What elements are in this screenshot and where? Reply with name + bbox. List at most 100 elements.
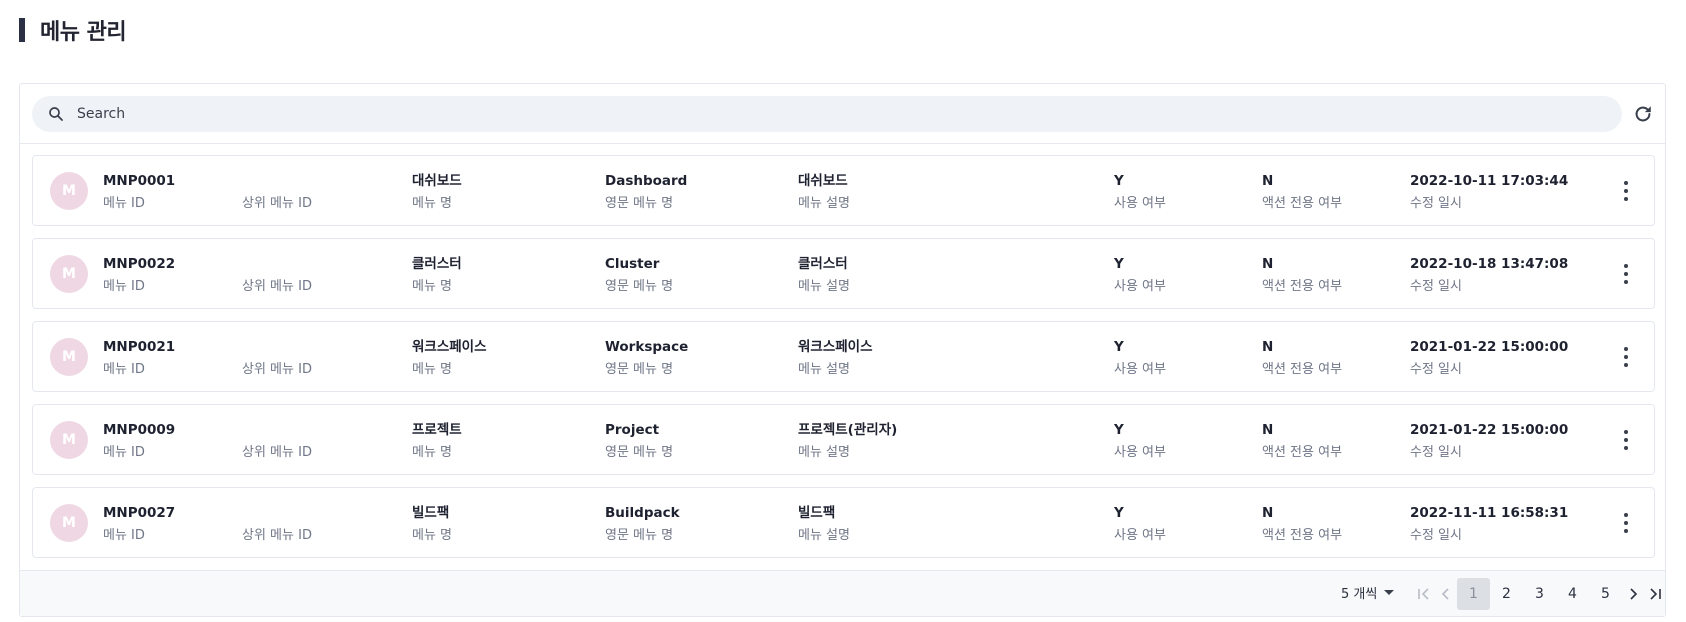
more-options-button[interactable] [1618, 181, 1634, 201]
menu-id-value: MNP0027 [103, 505, 176, 521]
english-menu-name-label: 영문 메뉴 명 [605, 445, 674, 460]
menu-id-label: 메뉴 ID [103, 445, 145, 460]
action-only-flag-cell: N 액션 전용 여부 [1262, 337, 1342, 380]
more-options-button[interactable] [1618, 347, 1634, 367]
menu-id-label: 메뉴 ID [103, 362, 145, 377]
action-only-flag-value: N [1262, 256, 1274, 272]
menu-id-cell: MNP0001 메뉴 ID [103, 171, 175, 214]
menu-row[interactable]: M MNP0027 메뉴 ID 상위 메뉴 ID 빌드팩 메뉴 명 Buildp… [32, 487, 1655, 558]
page-header: 메뉴 관리 [19, 17, 127, 45]
menu-description-value: 대쉬보드 [798, 173, 848, 189]
menu-row[interactable]: M MNP0022 메뉴 ID 상위 메뉴 ID 클러스터 메뉴 명 Clust… [32, 238, 1655, 309]
page-button-5[interactable]: 5 [1589, 578, 1622, 610]
parent-menu-id-cell: 상위 메뉴 ID [242, 254, 312, 297]
modified-at-value: 2021-01-22 15:00:00 [1410, 339, 1569, 355]
more-vertical-icon [1624, 264, 1628, 268]
use-flag-label: 사용 여부 [1114, 279, 1166, 294]
last-page-button[interactable] [1644, 578, 1666, 610]
use-flag-value: Y [1114, 339, 1124, 355]
page-button-4[interactable]: 4 [1556, 578, 1589, 610]
english-menu-name-value: Dashboard [605, 173, 688, 189]
more-options-button[interactable] [1618, 513, 1634, 533]
parent-menu-id-label: 상위 메뉴 ID [242, 279, 312, 294]
use-flag-value: Y [1114, 422, 1124, 438]
menu-list-panel: M MNP0001 메뉴 ID 상위 메뉴 ID 대쉬보드 메뉴 명 Dashb… [19, 83, 1666, 617]
parent-menu-id-cell: 상위 메뉴 ID [242, 171, 312, 214]
menu-description-cell: 클러스터 메뉴 설명 [798, 254, 850, 297]
modified-at-cell: 2021-01-22 15:00:00 수정 일시 [1410, 420, 1568, 463]
english-menu-name-value: Workspace [605, 339, 689, 355]
avatar: M [50, 338, 88, 376]
page-size-select[interactable]: 5 개씩 [1341, 583, 1395, 602]
refresh-icon [1635, 106, 1651, 122]
menu-row[interactable]: M MNP0009 메뉴 ID 상위 메뉴 ID 프로젝트 메뉴 명 Proje… [32, 404, 1655, 475]
use-flag-value: Y [1114, 256, 1124, 272]
search-input[interactable] [77, 106, 1577, 122]
action-only-flag-value: N [1262, 422, 1274, 438]
page-button-3[interactable]: 3 [1523, 578, 1556, 610]
more-vertical-icon [1624, 181, 1628, 185]
parent-menu-id-label: 상위 메뉴 ID [242, 196, 312, 211]
use-flag-value: Y [1114, 505, 1124, 521]
english-menu-name-label: 영문 메뉴 명 [605, 196, 674, 211]
parent-menu-id-value [242, 254, 312, 274]
english-menu-name-label: 영문 메뉴 명 [605, 279, 674, 294]
menu-description-label: 메뉴 설명 [798, 445, 850, 460]
prev-page-button[interactable] [1435, 578, 1457, 610]
modified-at-value: 2022-10-18 13:47:08 [1410, 256, 1569, 272]
menu-description-value: 워크스페이스 [798, 339, 873, 355]
menu-name-label: 메뉴 명 [412, 528, 453, 543]
parent-menu-id-label: 상위 메뉴 ID [242, 445, 312, 460]
menu-name-cell: 빌드팩 메뉴 명 [412, 503, 452, 546]
more-vertical-icon [1624, 430, 1628, 434]
menu-description-label: 메뉴 설명 [798, 279, 850, 294]
more-options-button[interactable] [1618, 264, 1634, 284]
refresh-button[interactable] [1631, 102, 1655, 126]
use-flag-label: 사용 여부 [1114, 362, 1166, 377]
action-only-flag-value: N [1262, 505, 1274, 521]
menu-name-cell: 워크스페이스 메뉴 명 [412, 337, 487, 380]
action-only-flag-cell: N 액션 전용 여부 [1262, 503, 1342, 546]
use-flag-label: 사용 여부 [1114, 196, 1166, 211]
menu-name-value: 빌드팩 [412, 505, 450, 521]
pagination-bar: 5 개씩 12345 [20, 570, 1665, 616]
parent-menu-id-value [242, 171, 312, 191]
menu-id-cell: MNP0022 메뉴 ID [103, 254, 175, 297]
modified-at-cell: 2021-01-22 15:00:00 수정 일시 [1410, 337, 1568, 380]
menu-description-cell: 대쉬보드 메뉴 설명 [798, 171, 850, 214]
parent-menu-id-label: 상위 메뉴 ID [242, 528, 312, 543]
action-only-flag-value: N [1262, 339, 1274, 355]
english-menu-name-cell: Buildpack 영문 메뉴 명 [605, 503, 680, 546]
menu-description-label: 메뉴 설명 [798, 196, 850, 211]
last-page-icon [1650, 588, 1661, 600]
search-box[interactable] [32, 96, 1622, 132]
menu-description-value: 클러스터 [798, 256, 848, 272]
parent-menu-id-value [242, 337, 312, 357]
modified-at-label: 수정 일시 [1410, 528, 1462, 543]
first-page-button[interactable] [1413, 578, 1435, 610]
menu-name-label: 메뉴 명 [412, 196, 453, 211]
next-page-button[interactable] [1622, 578, 1644, 610]
avatar: M [50, 504, 88, 542]
menu-description-value: 프로젝트(관리자) [798, 422, 898, 438]
page-button-2[interactable]: 2 [1490, 578, 1523, 610]
page-button-1[interactable]: 1 [1457, 578, 1490, 610]
parent-menu-id-cell: 상위 메뉴 ID [242, 503, 312, 546]
menu-description-cell: 워크스페이스 메뉴 설명 [798, 337, 873, 380]
first-page-icon [1418, 588, 1429, 600]
toolbar [20, 84, 1665, 144]
modified-at-label: 수정 일시 [1410, 362, 1462, 377]
english-menu-name-label: 영문 메뉴 명 [605, 362, 674, 377]
use-flag-cell: Y 사용 여부 [1114, 503, 1166, 546]
menu-row[interactable]: M MNP0021 메뉴 ID 상위 메뉴 ID 워크스페이스 메뉴 명 Wor… [32, 321, 1655, 392]
modified-at-label: 수정 일시 [1410, 445, 1462, 460]
parent-menu-id-label: 상위 메뉴 ID [242, 362, 312, 377]
modified-at-cell: 2022-10-11 17:03:44 수정 일시 [1410, 171, 1568, 214]
menu-description-label: 메뉴 설명 [798, 362, 850, 377]
more-vertical-icon [1624, 347, 1628, 351]
menu-id-value: MNP0001 [103, 173, 176, 189]
menu-name-label: 메뉴 명 [412, 445, 453, 460]
parent-menu-id-cell: 상위 메뉴 ID [242, 420, 312, 463]
menu-row[interactable]: M MNP0001 메뉴 ID 상위 메뉴 ID 대쉬보드 메뉴 명 Dashb… [32, 155, 1655, 226]
more-options-button[interactable] [1618, 430, 1634, 450]
